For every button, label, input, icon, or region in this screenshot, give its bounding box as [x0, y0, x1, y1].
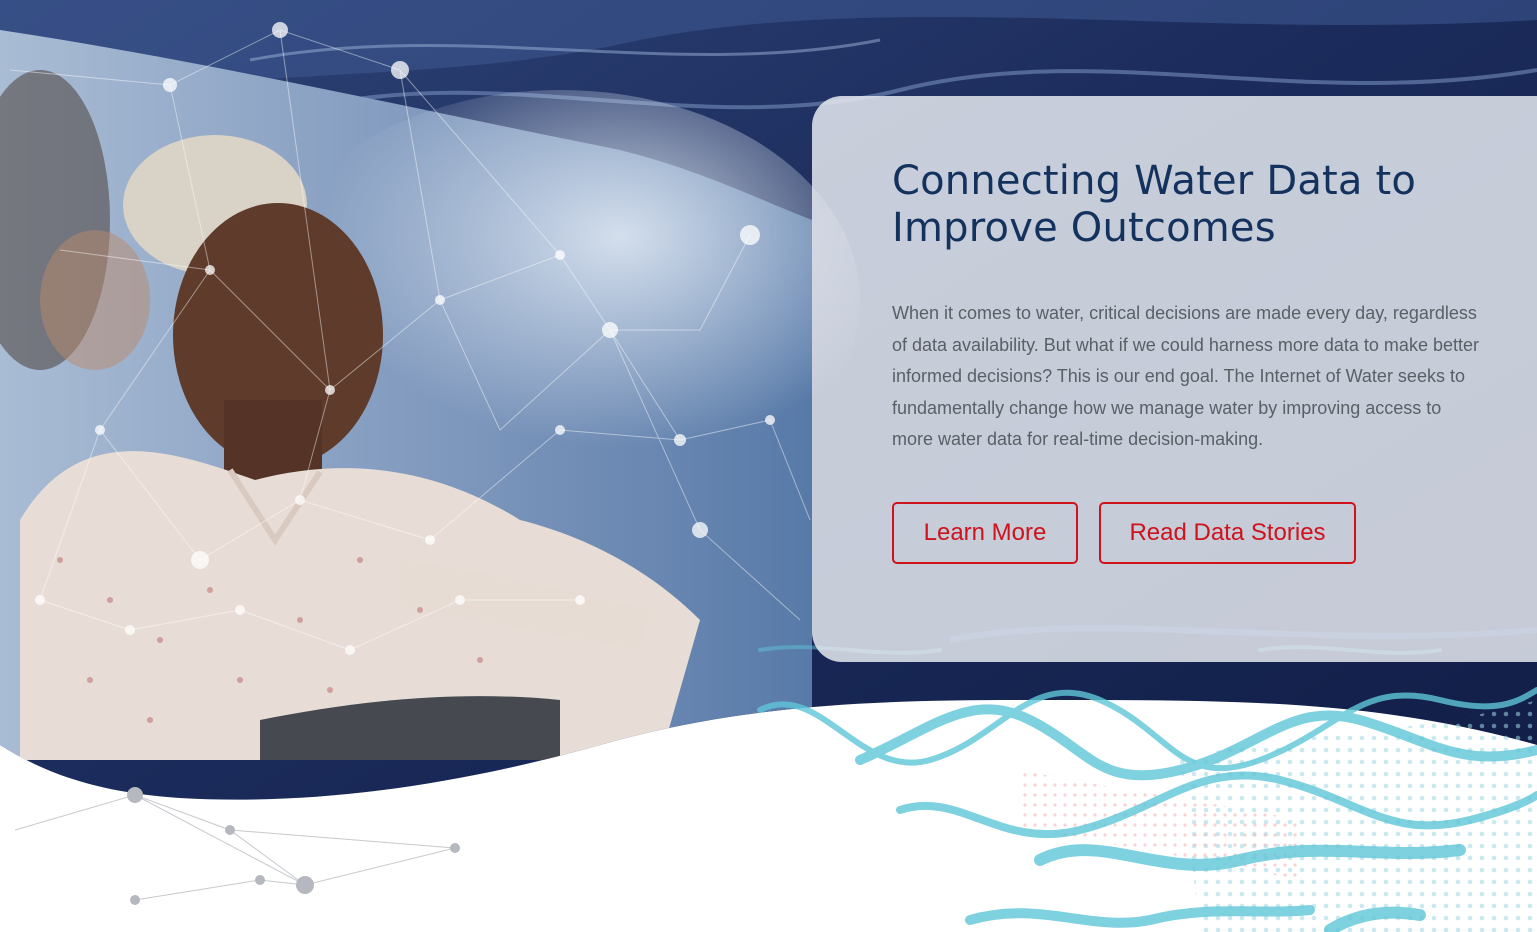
- read-data-stories-button[interactable]: Read Data Stories: [1099, 501, 1356, 564]
- hero-section: Connecting Water Data to Improve Outcome…: [0, 0, 1537, 932]
- hero-photo-image: [0, 22, 860, 760]
- hero-description: When it comes to water, critical decisio…: [892, 303, 1479, 449]
- hero-title: Connecting Water Data to Improve Outcome…: [892, 158, 1417, 251]
- learn-more-button[interactable]: Learn More: [892, 501, 1078, 564]
- hero-actions: Learn More Read Data Stories: [892, 501, 1537, 564]
- hero-content-card: Connecting Water Data to Improve Outcome…: [812, 96, 1537, 662]
- bottom-network-decoration: [14, 794, 456, 901]
